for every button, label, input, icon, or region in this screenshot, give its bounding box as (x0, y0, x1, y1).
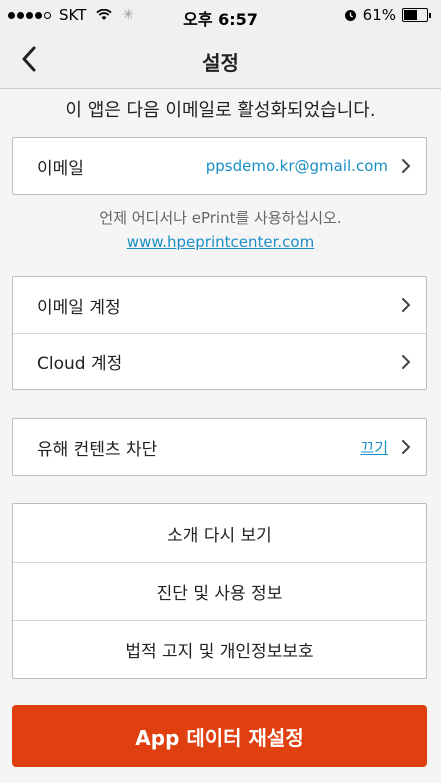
email-value: ppsdemo.kr@gmail.com (205, 157, 388, 175)
accounts-card: 이메일 계정 Cloud 계정 (12, 276, 427, 390)
chevron-right-icon (400, 157, 412, 175)
page-title: 설정 (202, 51, 239, 75)
email-account-row[interactable]: 이메일 계정 (13, 277, 426, 333)
chevron-right-icon (400, 296, 412, 314)
activation-intro-text: 이 앱은 다음 이메일로 활성화되었습니다. (65, 100, 376, 121)
replay-intro-row[interactable]: 소개 다시 보기 (13, 504, 426, 562)
status-right: 61% (344, 6, 431, 24)
cloud-account-row[interactable]: Cloud 계정 (13, 333, 426, 389)
diagnostics-label: 진단 및 사용 정보 (156, 584, 283, 604)
eprint-info-text: 언제 어디서나 ePrint를 사용하십시오. (99, 209, 342, 227)
battery-percent: 61% (362, 6, 396, 24)
email-row[interactable]: 이메일 ppsdemo.kr@gmail.com (13, 138, 426, 194)
battery-icon (402, 8, 431, 22)
content-block-row[interactable]: 유해 컨텐츠 차단 끄기 (13, 419, 426, 475)
content-block-card: 유해 컨텐츠 차단 끄기 (12, 418, 427, 476)
eprint-center-link[interactable]: www.hpeprintcenter.com (127, 233, 314, 251)
cloud-account-label: Cloud 계정 (37, 354, 123, 374)
reset-app-data-button[interactable]: App 데이터 재설정 (12, 705, 427, 767)
email-account-label: 이메일 계정 (37, 297, 121, 318)
legal-privacy-row[interactable]: 법적 고지 및 개인정보보호 (13, 620, 426, 678)
battery-fill (404, 10, 418, 20)
replay-intro-label: 소개 다시 보기 (167, 525, 272, 546)
status-bar: SKT ✳ 오후 6:57 61% (0, 0, 441, 30)
eprint-info: 언제 어디서나 ePrint를 사용하십시오. www.hpeprintcent… (0, 206, 441, 254)
misc-card: 소개 다시 보기 진단 및 사용 정보 법적 고지 및 개인정보보호 (12, 503, 427, 679)
diagnostics-row[interactable]: 진단 및 사용 정보 (13, 562, 426, 620)
navigation-bar: 설정 (0, 30, 441, 89)
alarm-icon (344, 9, 356, 21)
email-card: 이메일 ppsdemo.kr@gmail.com (12, 137, 427, 195)
chevron-right-icon (400, 438, 412, 456)
legal-privacy-label: 법적 고지 및 개인정보보호 (125, 642, 314, 662)
email-label: 이메일 (37, 158, 84, 179)
content-block-label: 유해 컨텐츠 차단 (37, 439, 158, 460)
chevron-right-icon (400, 353, 412, 371)
content-block-value: 끄기 (360, 438, 388, 457)
